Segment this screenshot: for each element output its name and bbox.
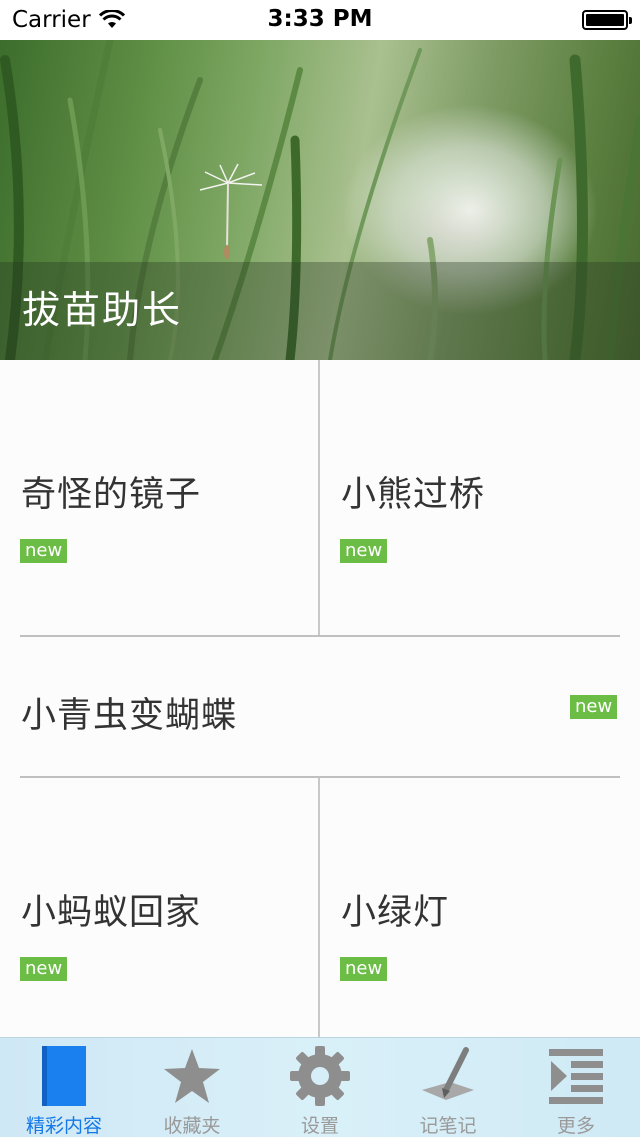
- story-title: 奇怪的镜子: [21, 475, 202, 515]
- pen-icon: [384, 1046, 512, 1106]
- story-tile-2[interactable]: 小青虫变蝴蝶 new: [0, 637, 640, 776]
- more-list-icon: [512, 1046, 640, 1106]
- tab-label: 精彩内容: [25, 1115, 102, 1137]
- star-icon: [128, 1046, 256, 1106]
- gear-icon: [256, 1046, 384, 1106]
- featured-story-banner[interactable]: 拔苗助长: [0, 40, 640, 360]
- tab-more[interactable]: 更多: [512, 1038, 640, 1137]
- clock: 3:33 PM: [267, 6, 373, 32]
- story-title: 小熊过桥: [341, 475, 486, 515]
- tab-bar: 精彩内容 收藏夹 设置 记笔记 更多: [0, 1037, 640, 1137]
- battery-icon: [582, 10, 632, 30]
- grid-divider-vertical: [318, 360, 320, 636]
- tab-notes[interactable]: 记笔记: [384, 1038, 512, 1137]
- new-badge: new: [340, 539, 388, 563]
- status-bar: Carrier 3:33 PM: [0, 0, 640, 40]
- tab-label: 设置: [300, 1115, 339, 1137]
- new-badge: new: [20, 957, 68, 981]
- tab-favorites[interactable]: 收藏夹: [128, 1038, 256, 1137]
- book-icon: [0, 1046, 128, 1106]
- tab-label: 记笔记: [419, 1115, 477, 1137]
- grid-divider-vertical: [318, 778, 320, 1037]
- tab-featured-content[interactable]: 精彩内容: [0, 1038, 128, 1137]
- story-tile-0[interactable]: 奇怪的镜子 new: [0, 360, 319, 636]
- new-badge: new: [340, 957, 388, 981]
- tab-label: 更多: [556, 1115, 595, 1137]
- tab-label: 收藏夹: [163, 1115, 221, 1137]
- story-title: 小绿灯: [341, 893, 450, 933]
- story-tile-3[interactable]: 小蚂蚁回家 new: [0, 778, 319, 1037]
- new-badge: new: [570, 695, 618, 719]
- story-title: 小蚂蚁回家: [21, 893, 202, 933]
- story-tile-4[interactable]: 小绿灯 new: [320, 778, 640, 1037]
- new-badge: new: [20, 539, 68, 563]
- story-title: 小青虫变蝴蝶: [21, 696, 238, 736]
- tab-settings[interactable]: 设置: [256, 1038, 384, 1137]
- banner-title: 拔苗助长: [22, 288, 183, 332]
- story-tile-1[interactable]: 小熊过桥 new: [320, 360, 640, 636]
